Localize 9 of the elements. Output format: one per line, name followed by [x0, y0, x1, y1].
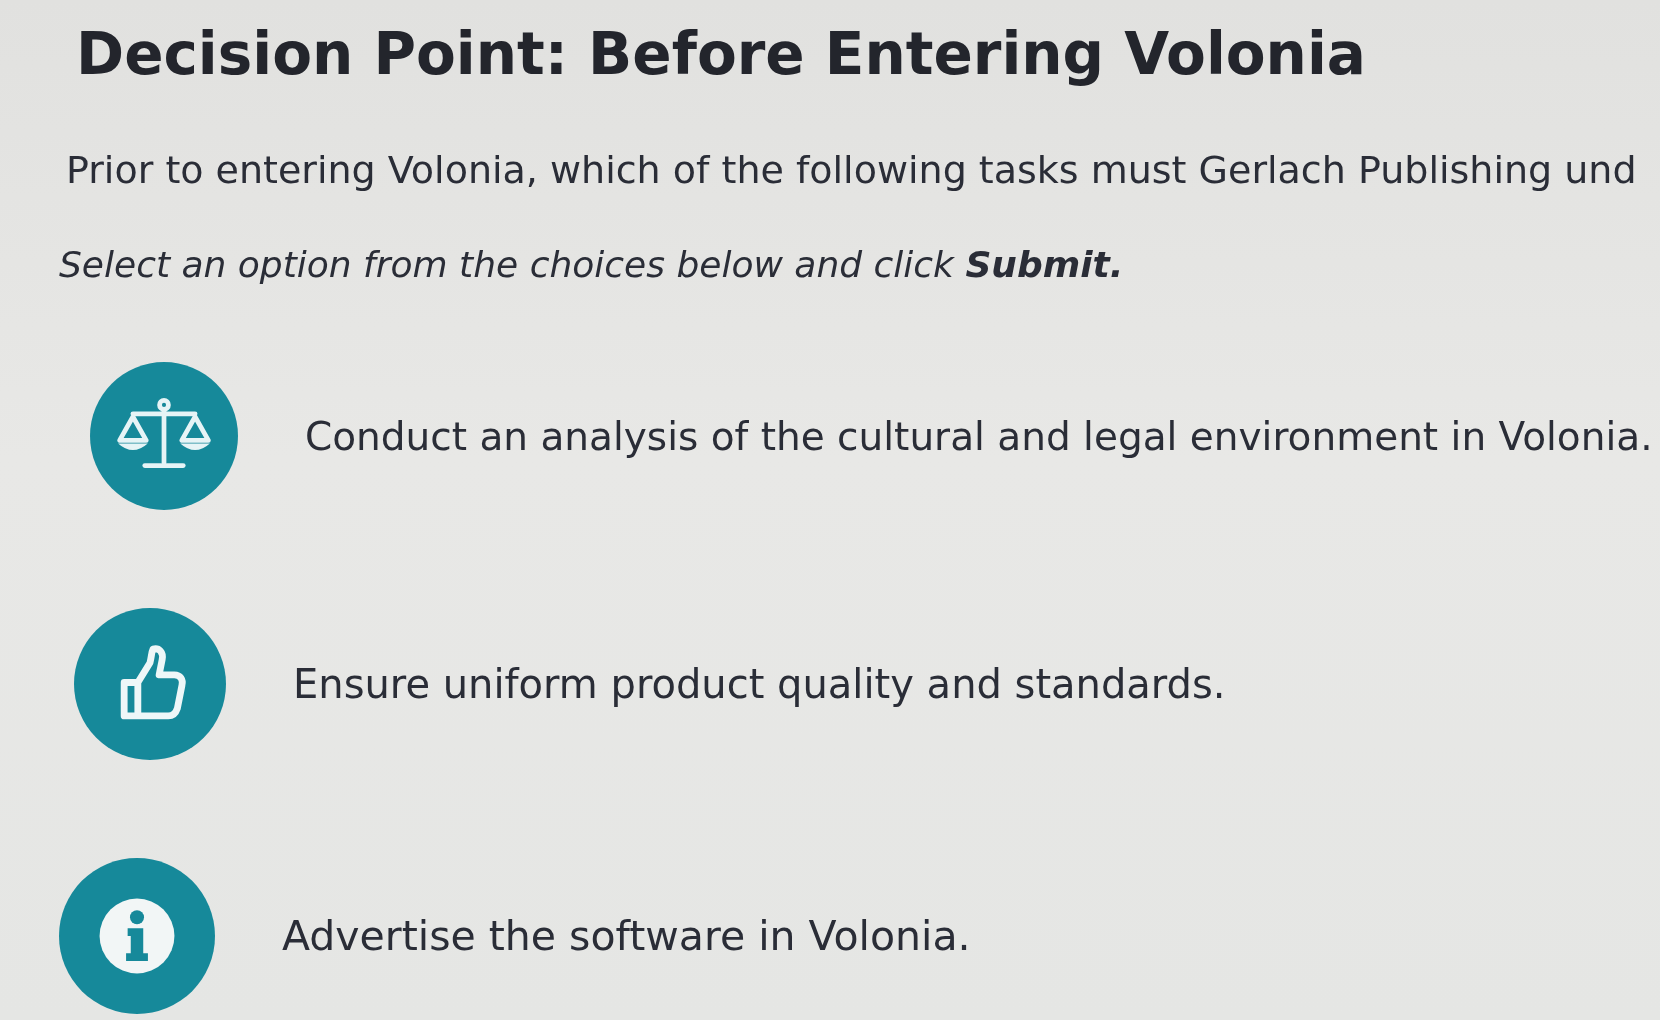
question-text: Prior to entering Volonia, which of the following tasks must Gerlach Publishing und — [66, 147, 1637, 194]
page-title: Decision Point: Before Entering Volonia — [76, 20, 1366, 90]
option-button[interactable]: Conduct an analysis of the cultural and legal environment in Volonia. — [90, 362, 1653, 511]
scales-icon — [90, 362, 238, 511]
info-icon — [59, 858, 215, 1015]
instruction-text: Select an option from the choices below and click Submit. — [59, 243, 1124, 287]
option-button[interactable]: Advertise the software in Volonia. — [59, 858, 971, 1015]
thumbs-up-icon — [74, 608, 226, 761]
option-button[interactable]: Ensure uniform product quality and standards. — [74, 608, 1226, 761]
